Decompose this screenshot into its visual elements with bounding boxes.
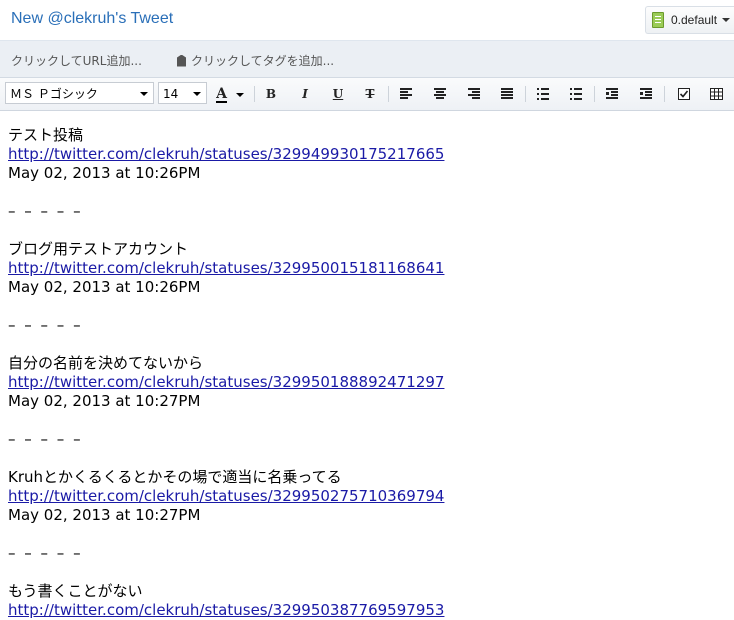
tweet-entry: もう書くことがない http://twitter.com/clekruh/sta… [8,582,728,620]
toolbar-divider [594,86,595,102]
tweet-text: 自分の名前を決めてないから [8,354,204,372]
toolbar-divider [525,86,526,102]
align-left-button[interactable] [396,84,416,104]
font-family-select[interactable]: ＭＳ Ｐゴシック [5,82,154,104]
toolbar-divider [254,86,255,102]
checkbox-icon [678,88,690,100]
justify-button[interactable] [497,84,517,104]
tag-icon [177,54,186,67]
bullet-list-button[interactable] [533,84,553,104]
tweet-entry: Kruhとかくるくるとかその場で適当に名乗ってる http://twitter.… [8,468,728,582]
toolbar-divider [664,86,665,102]
format-toolbar: ＭＳ Ｐゴシック 14 A B I U T [0,78,734,111]
add-tag-label: クリックしてタグを追加... [191,54,335,68]
table-icon [709,88,723,100]
numbered-list-button[interactable] [566,84,586,104]
title-bar: New @clekruh's Tweet 0.default [0,0,734,41]
add-url-field[interactable]: クリックしてURL追加... [11,52,142,69]
chevron-down-icon [722,18,731,22]
notebook-selector[interactable]: 0.default [645,6,734,34]
table-button[interactable] [706,84,726,104]
tweet-date: May 02, 2013 at 10:26PM [8,164,201,182]
font-color-button[interactable]: A [214,84,246,104]
tweet-date: May 02, 2013 at 10:27PM [8,392,201,410]
tweet-link[interactable]: http://twitter.com/clekruh/statuses/3299… [8,145,728,164]
outdent-icon [606,88,618,100]
justify-icon [501,88,513,100]
outdent-button[interactable] [602,84,622,104]
tweet-entry: 自分の名前を決めてないから http://twitter.com/clekruh… [8,354,728,468]
align-left-icon [400,88,412,100]
font-color-icon: A [216,86,228,103]
tweet-date: May 02, 2013 at 10:27PM [8,506,201,524]
metadata-bar: クリックしてURL追加... クリックしてタグを追加... [0,41,734,78]
tweet-link[interactable]: http://twitter.com/clekruh/statuses/3299… [8,259,728,278]
separator: – – – – – [8,316,83,334]
chevron-down-icon [235,92,244,97]
notebook-name: 0.default [671,13,718,27]
tweet-text: テスト投稿 [8,126,84,144]
underline-button[interactable]: U [328,84,348,104]
align-center-icon [434,88,446,100]
note-body[interactable]: テスト投稿 http://twitter.com/clekruh/statuse… [8,126,728,620]
tweet-text: ブログ用テストアカウント [8,240,189,258]
notebook-icon [652,12,664,28]
italic-button[interactable]: I [295,84,315,104]
align-center-button[interactable] [430,84,450,104]
font-size-value: 14 [163,87,179,101]
font-family-value: ＭＳ Ｐゴシック [10,87,98,101]
toolbar-divider [388,86,389,102]
chevron-down-icon [193,92,201,96]
tweet-entry: テスト投稿 http://twitter.com/clekruh/statuse… [8,126,728,240]
tweet-entry: ブログ用テストアカウント http://twitter.com/clekruh/… [8,240,728,354]
tweet-text: Kruhとかくるくるとかその場で適当に名乗ってる [8,468,342,486]
tweet-link[interactable]: http://twitter.com/clekruh/statuses/3299… [8,373,728,392]
note-title[interactable]: New @clekruh's Tweet [11,10,173,28]
tweet-text: もう書くことがない [8,582,143,600]
bold-button[interactable]: B [261,84,281,104]
tweet-date: May 02, 2013 at 10:26PM [8,278,201,296]
numbered-list-icon [570,88,582,100]
align-right-button[interactable] [464,84,484,104]
tweet-link[interactable]: http://twitter.com/clekruh/statuses/3299… [8,487,728,506]
add-tag-field[interactable]: クリックしてタグを追加... [177,52,334,69]
separator: – – – – – [8,202,83,220]
separator: – – – – – [8,430,83,448]
checkbox-button[interactable] [674,84,694,104]
strikethrough-button[interactable]: T [360,84,380,104]
indent-icon [640,88,652,100]
align-right-icon [468,88,480,100]
tweet-link[interactable]: http://twitter.com/clekruh/statuses/3299… [8,601,728,620]
indent-button[interactable] [636,84,656,104]
bullet-list-icon [537,88,549,100]
chevron-down-icon [140,92,148,96]
separator: – – – – – [8,544,83,562]
font-size-select[interactable]: 14 [158,82,207,104]
